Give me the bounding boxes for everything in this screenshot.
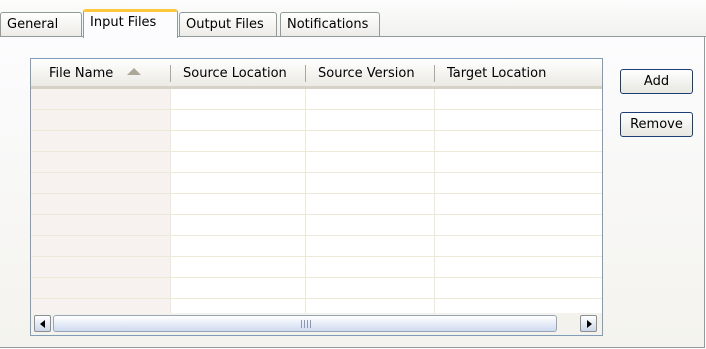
scroll-left-button[interactable] — [34, 315, 51, 332]
remove-button[interactable]: Remove — [620, 112, 693, 137]
table-row — [31, 298, 602, 299]
table-row — [31, 130, 602, 131]
add-button[interactable]: Add — [620, 69, 693, 94]
table-row — [31, 256, 602, 257]
sorted-column-highlight — [31, 89, 170, 313]
column-header-label: Target Location — [447, 66, 547, 81]
table-header: File Name Source Location Source Version… — [31, 59, 602, 89]
table-row — [31, 214, 602, 215]
column-header-label: Source Version — [318, 66, 415, 81]
tab-general[interactable]: General — [0, 12, 82, 36]
horizontal-scrollbar[interactable] — [31, 313, 602, 335]
table-row — [31, 172, 602, 173]
column-header-label: File Name — [49, 66, 114, 81]
table-row — [31, 109, 602, 110]
arrow-left-icon — [40, 320, 45, 328]
tab-notifications[interactable]: Notifications — [280, 12, 380, 36]
table-row — [31, 277, 602, 278]
column-gridline — [170, 89, 171, 313]
sort-ascending-icon — [127, 68, 142, 75]
column-header-source-location[interactable]: Source Location — [171, 59, 306, 86]
column-header-target-location[interactable]: Target Location — [435, 59, 602, 86]
arrow-right-icon — [587, 320, 592, 328]
scrollbar-thumb[interactable] — [53, 315, 557, 332]
column-gridline — [434, 89, 435, 313]
column-header-source-version[interactable]: Source Version — [306, 59, 435, 86]
scroll-right-button[interactable] — [580, 315, 597, 332]
table-row — [31, 193, 602, 194]
tab-input-files[interactable]: Input Files — [83, 9, 178, 38]
input-files-table: File Name Source Location Source Version… — [30, 58, 603, 336]
table-body[interactable] — [31, 89, 602, 313]
table-row — [31, 151, 602, 152]
table-row — [31, 235, 602, 236]
tab-strip: General Output Files Notifications Input… — [0, 0, 706, 38]
column-gridline — [305, 89, 306, 313]
column-header-label: Source Location — [183, 66, 287, 81]
column-header-file-name[interactable]: File Name — [37, 59, 170, 86]
grip-icon — [301, 320, 311, 328]
tab-output-files[interactable]: Output Files — [179, 12, 277, 36]
